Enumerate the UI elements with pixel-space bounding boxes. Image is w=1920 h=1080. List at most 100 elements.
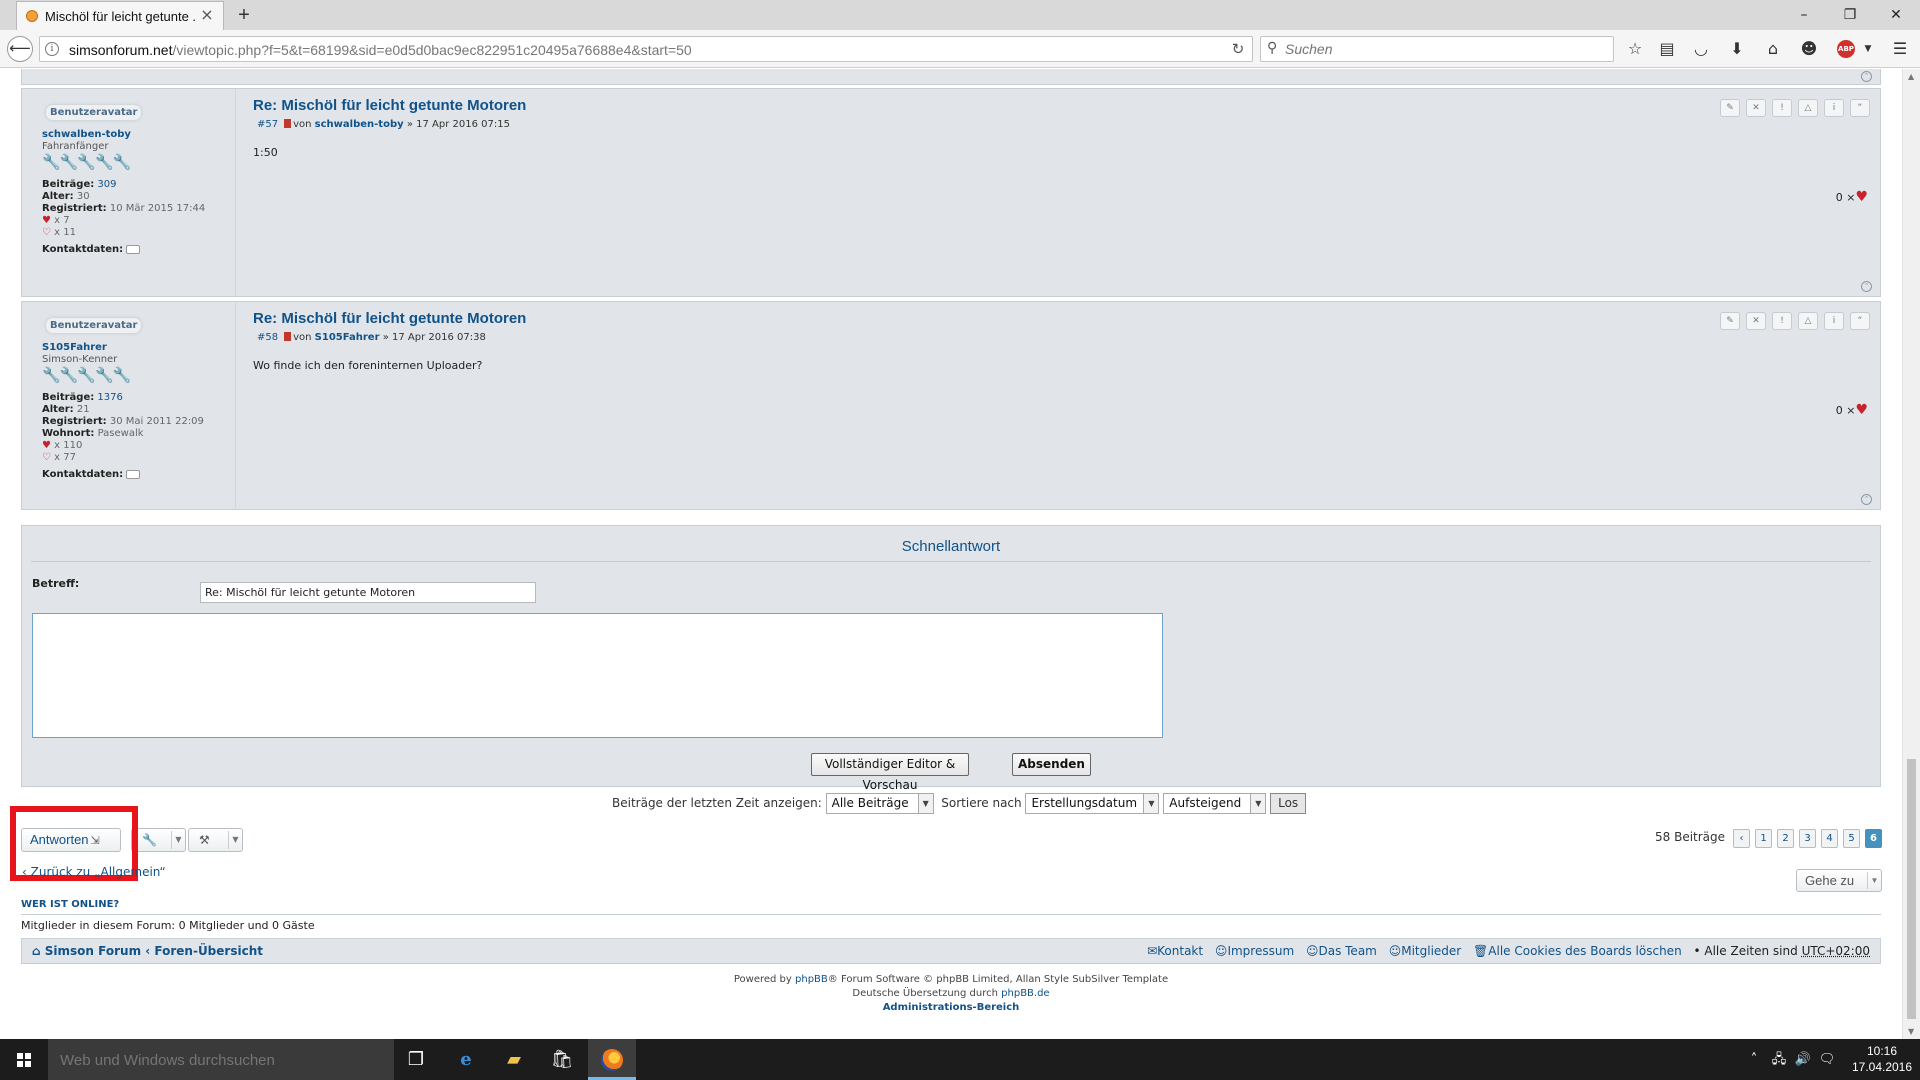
report-icon[interactable]: !: [1772, 99, 1792, 117]
bookmarks-list-icon[interactable]: ▤: [1656, 38, 1678, 60]
moderator-tools-button[interactable]: ⚒ ▼: [188, 828, 243, 852]
browser-search-box[interactable]: ⚲: [1260, 36, 1614, 62]
warn-icon[interactable]: △: [1798, 99, 1818, 117]
close-tab-icon[interactable]: ×: [199, 6, 215, 24]
quote-icon[interactable]: “: [1850, 312, 1870, 330]
clock[interactable]: 10:16 17.04.2016: [1850, 1043, 1914, 1075]
menu-icon[interactable]: ☰: [1889, 38, 1911, 60]
home-icon[interactable]: ⌂: [1762, 38, 1784, 60]
previous-page-button[interactable]: ‹: [1733, 829, 1750, 848]
goto-button[interactable]: Gehe zu ▼: [1796, 869, 1882, 892]
info-icon[interactable]: i: [45, 42, 59, 56]
contact-icon[interactable]: [126, 244, 141, 254]
divider: [21, 914, 1881, 915]
contact-icon[interactable]: [126, 469, 141, 479]
like-heart-icon[interactable]: ♥: [1855, 402, 1868, 418]
forum-index-link[interactable]: Foren-Übersicht: [154, 944, 263, 958]
scroll-down-icon[interactable]: ▼: [1908, 1027, 1914, 1036]
delete-icon[interactable]: ✕: [1746, 99, 1766, 117]
network-icon[interactable]: 🖧: [1768, 1039, 1790, 1080]
delete-icon[interactable]: ✕: [1746, 312, 1766, 330]
admin-link[interactable]: Administrations-Bereich: [0, 1001, 1902, 1015]
phpbb-de-link[interactable]: phpBB.de: [1001, 988, 1049, 999]
impressum-link[interactable]: Impressum: [1227, 944, 1294, 958]
who-is-online-heading[interactable]: WER IST ONLINE?: [21, 899, 119, 910]
username-link[interactable]: schwalben-toby: [42, 129, 131, 140]
taskbar-search[interactable]: [48, 1039, 394, 1080]
delete-cookies-link[interactable]: Alle Cookies des Boards löschen: [1488, 944, 1681, 958]
page-scrollbar[interactable]: ▲ ▼: [1902, 69, 1920, 1039]
notifications-icon[interactable]: 🗨: [1816, 1039, 1838, 1080]
back-to-forum-link[interactable]: ‹ Zurück zu „Allgemein“: [22, 865, 166, 879]
subject-input[interactable]: [200, 582, 536, 603]
phpbb-link[interactable]: phpBB: [795, 974, 828, 985]
quote-icon[interactable]: “: [1850, 99, 1870, 117]
back-to-top-icon[interactable]: ⌃: [1861, 494, 1872, 505]
adblock-dropdown-icon[interactable]: ▼: [1857, 38, 1879, 60]
submit-button[interactable]: Absenden: [1012, 753, 1091, 776]
warn-icon[interactable]: △: [1798, 312, 1818, 330]
edge-icon[interactable]: e: [442, 1039, 490, 1080]
forum-home-link[interactable]: Simson Forum: [45, 944, 141, 958]
page-2[interactable]: 2: [1777, 829, 1794, 848]
post-icon[interactable]: [284, 332, 292, 341]
like-heart-icon[interactable]: ♥: [1855, 189, 1868, 205]
post-title[interactable]: Re: Mischöl für leicht getunte Motoren: [253, 97, 526, 114]
order-select[interactable]: Aufsteigend ▼: [1163, 793, 1267, 814]
post-author[interactable]: S105Fahrer: [315, 332, 380, 343]
start-button[interactable]: [0, 1039, 48, 1080]
tray-chevron-icon[interactable]: ˄: [1744, 1039, 1764, 1080]
page-3[interactable]: 3: [1799, 829, 1816, 848]
reload-icon[interactable]: ↻: [1228, 39, 1248, 59]
post-author[interactable]: schwalben-toby: [315, 119, 404, 130]
close-window-button[interactable]: ✕: [1873, 0, 1919, 30]
user-posts-link[interactable]: 309: [97, 179, 116, 190]
post-icon[interactable]: [284, 119, 292, 128]
post-number[interactable]: #57: [257, 119, 278, 130]
username-link[interactable]: S105Fahrer: [42, 342, 107, 353]
firefox-icon[interactable]: [588, 1039, 636, 1080]
file-explorer-icon[interactable]: ▰: [490, 1039, 538, 1080]
info-icon[interactable]: i: [1824, 99, 1844, 117]
report-icon[interactable]: !: [1772, 312, 1792, 330]
browser-tab[interactable]: Mischöl für leicht getunte ... ×: [16, 1, 224, 30]
address-bar[interactable]: i simsonforum.net/viewtopic.php?f=5&t=68…: [39, 36, 1253, 62]
page-5[interactable]: 5: [1843, 829, 1860, 848]
contact-link[interactable]: Kontakt: [1157, 944, 1203, 958]
edit-icon[interactable]: ✎: [1720, 99, 1740, 117]
members-link[interactable]: Mitglieder: [1401, 944, 1461, 958]
post-number[interactable]: #58: [257, 332, 278, 343]
topic-tools-button[interactable]: 🔧 ▼: [131, 828, 186, 852]
go-button[interactable]: Los: [1270, 793, 1307, 814]
message-textarea[interactable]: [32, 613, 1163, 738]
task-view-icon[interactable]: ❐: [392, 1039, 440, 1080]
url-text[interactable]: simsonforum.net/viewtopic.php?f=5&t=6819…: [69, 42, 692, 58]
show-select[interactable]: Alle Beiträge ▼: [825, 793, 934, 814]
back-to-top-icon[interactable]: ⌃: [1861, 71, 1872, 82]
page-1[interactable]: 1: [1755, 829, 1772, 848]
user-posts-link[interactable]: 1376: [97, 392, 122, 403]
downloads-icon[interactable]: ⬇: [1726, 38, 1748, 60]
info-icon[interactable]: i: [1824, 312, 1844, 330]
restore-button[interactable]: ❐: [1827, 0, 1873, 30]
scroll-up-icon[interactable]: ▲: [1908, 72, 1914, 81]
scrollbar-thumb[interactable]: [1907, 759, 1916, 1019]
full-editor-button[interactable]: Vollständiger Editor & Vorschau: [811, 753, 969, 792]
sort-select[interactable]: Erstellungsdatum ▼: [1025, 793, 1160, 814]
taskbar-search-input[interactable]: [60, 1050, 380, 1070]
team-link[interactable]: Das Team: [1318, 944, 1376, 958]
pocket-icon[interactable]: ◡: [1690, 38, 1712, 60]
store-icon[interactable]: 🛍: [538, 1039, 586, 1080]
browser-search-input[interactable]: [1285, 40, 1605, 58]
new-tab-button[interactable]: +: [233, 3, 255, 27]
bookmark-star-icon[interactable]: ☆: [1624, 38, 1646, 60]
edit-icon[interactable]: ✎: [1720, 312, 1740, 330]
back-button[interactable]: ⟵: [7, 36, 33, 62]
chat-icon[interactable]: ☻: [1798, 38, 1820, 60]
page-4[interactable]: 4: [1821, 829, 1838, 848]
post-title[interactable]: Re: Mischöl für leicht getunte Motoren: [253, 310, 526, 327]
minimize-button[interactable]: –: [1781, 0, 1827, 30]
back-to-top-icon[interactable]: ⌃: [1861, 281, 1872, 292]
volume-icon[interactable]: 🔊: [1792, 1039, 1814, 1080]
adblock-icon[interactable]: ABP: [1837, 40, 1855, 58]
